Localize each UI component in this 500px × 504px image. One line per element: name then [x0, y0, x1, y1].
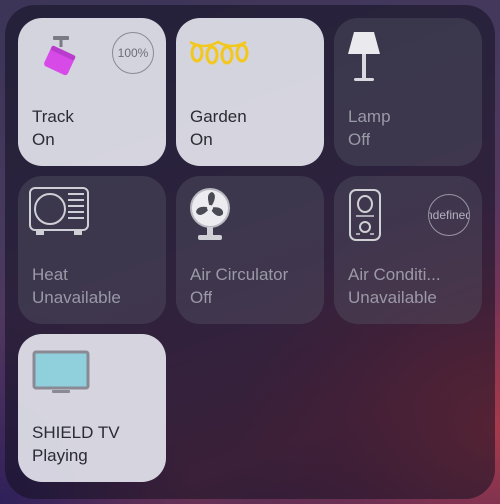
tile-name: Track: [32, 107, 74, 126]
tv-icon: [32, 350, 90, 393]
tile-lamp[interactable]: Lamp Off: [334, 18, 482, 166]
status-badge[interactable]: ndefined: [428, 194, 470, 236]
tile-state: Off: [190, 288, 213, 307]
tile-name: Air Conditi...: [348, 265, 441, 284]
tile-name: Air Circulator: [190, 265, 289, 284]
tile-state: On: [190, 130, 213, 149]
tile-state: Unavailable: [32, 288, 121, 307]
air-purifier-icon: [349, 189, 381, 241]
tile-garden[interactable]: Garden On: [176, 18, 324, 166]
brightness-badge[interactable]: 100%: [112, 32, 154, 74]
home-accessories-panel: 100% Track On Garden On Lamp Off Heat Un…: [5, 5, 495, 499]
tile-shield-tv[interactable]: SHIELD TV Playing: [18, 334, 166, 482]
fan-icon: [190, 188, 230, 240]
tile-air-conditioner[interactable]: ndefined Air Conditi... Unavailable: [334, 176, 482, 324]
tile-name: Garden: [190, 107, 247, 126]
tile-name: Lamp: [348, 107, 391, 126]
string-lights-icon: [189, 40, 249, 65]
tile-state: On: [32, 130, 55, 149]
tile-state: Off: [348, 130, 371, 149]
tile-state: Unavailable: [348, 288, 437, 307]
floor-lamp-icon: [348, 32, 380, 81]
tile-state: Playing: [32, 446, 88, 465]
tile-track[interactable]: 100% Track On: [18, 18, 166, 166]
heater-icon: [29, 187, 89, 235]
tile-name: SHIELD TV: [32, 423, 120, 442]
tile-name: Heat: [32, 265, 68, 284]
tile-heat[interactable]: Heat Unavailable: [18, 176, 166, 324]
tile-air-circulator[interactable]: Air Circulator Off: [176, 176, 324, 324]
spotlight-icon: [44, 36, 76, 76]
